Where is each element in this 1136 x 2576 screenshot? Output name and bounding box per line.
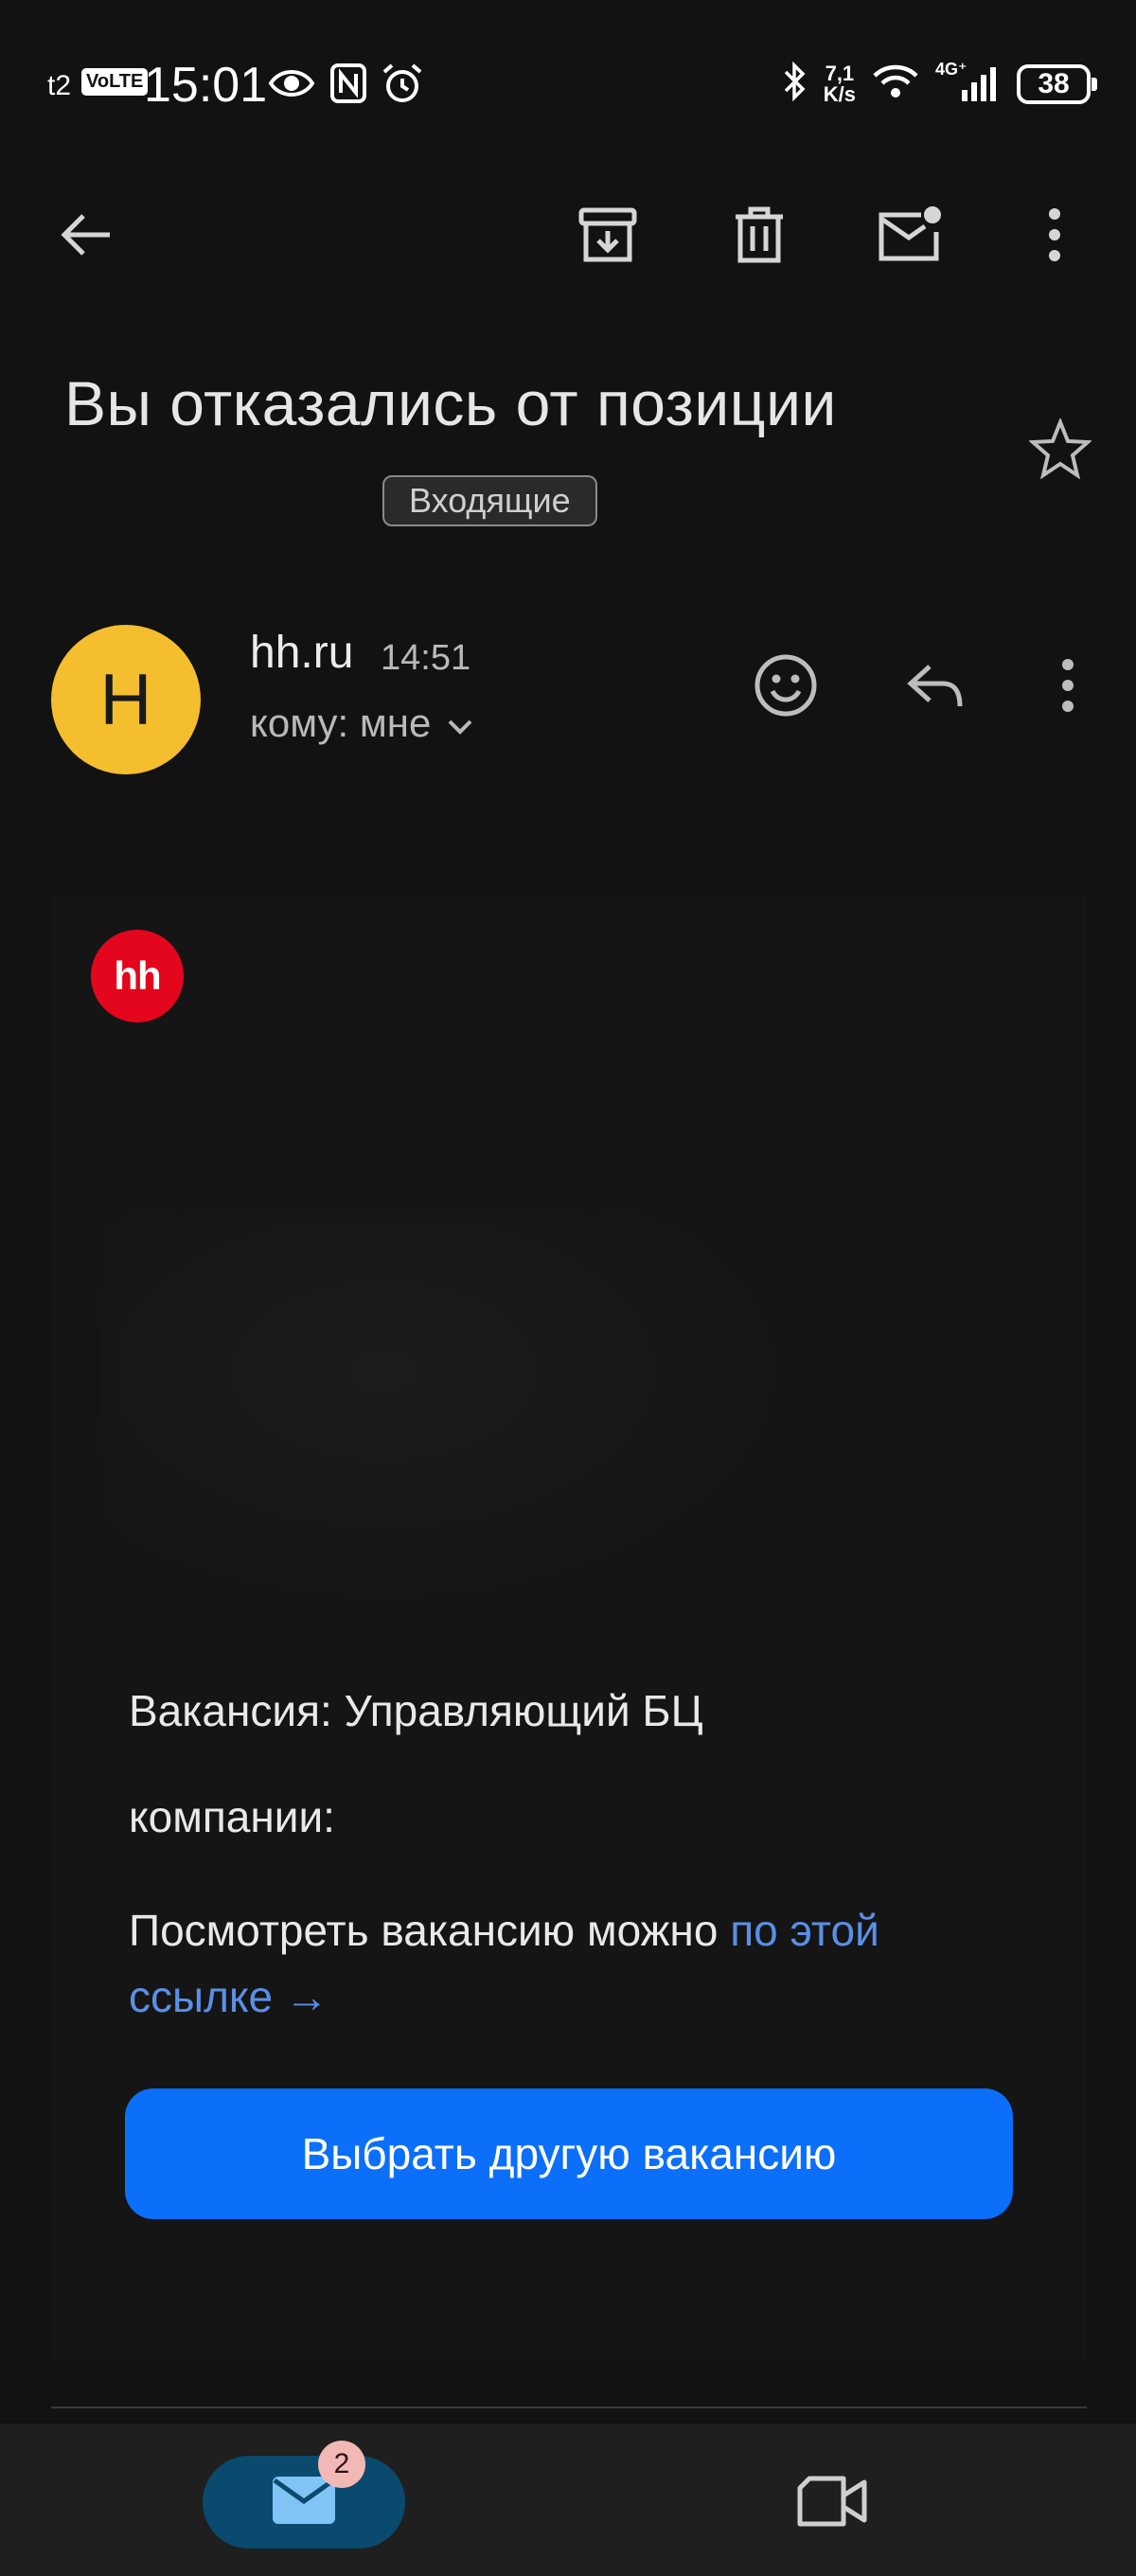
star-icon: [1027, 417, 1093, 484]
email-subject: Вы отказались от позиции: [64, 368, 837, 438]
reply-icon: [905, 661, 966, 715]
bluetooth-icon: [780, 61, 808, 107]
eye-icon: [267, 62, 316, 111]
status-icons-left: [267, 62, 424, 111]
recipient-label: кому: мне: [250, 701, 432, 745]
email-toolbar: [0, 189, 1136, 284]
archive-icon: [577, 206, 638, 268]
vacancy-link[interactable]: по этой: [730, 1906, 879, 1955]
star-button[interactable]: [1022, 413, 1098, 489]
recipient-details-toggle[interactable]: кому: мне: [250, 701, 474, 746]
clock: 15:01: [144, 58, 268, 113]
cell-signal-icon: 4G⁺: [935, 60, 1002, 105]
blurred-content: [104, 1212, 805, 1609]
email-time: 14:51: [381, 638, 471, 678]
hh-logo: hh: [91, 930, 184, 1022]
more-vert-icon: [1060, 657, 1075, 719]
sender-name: hh.ru: [250, 628, 354, 678]
wifi-icon: [871, 62, 920, 105]
nav-mail-tab[interactable]: [203, 2456, 405, 2549]
view-vacancy-text: Посмотреть вакансию можно по этой ссылке…: [129, 1906, 879, 2021]
sender-avatar[interactable]: H: [51, 625, 201, 774]
status-bar: t2 VoLTE 15:01 7,1 K/s 4G⁺ 38: [0, 49, 1136, 125]
add-reaction-button[interactable]: [746, 648, 825, 727]
vacancy-line: Вакансия: Управляющий БЦ: [129, 1686, 703, 1735]
inbox-label-chip[interactable]: Входящие: [382, 475, 597, 526]
emoji-icon: [754, 653, 818, 722]
alarm-icon: [381, 62, 424, 111]
arrow-back-icon: [57, 211, 114, 263]
vacancy-link-continued[interactable]: ссылке →: [129, 1972, 328, 2021]
reply-button[interactable]: [896, 648, 975, 727]
back-button[interactable]: [47, 199, 123, 275]
carrier-label: t2: [47, 70, 72, 101]
mark-unread-button[interactable]: [873, 199, 949, 275]
network-speed: 7,1 K/s: [823, 61, 856, 106]
status-icons-right: 7,1 K/s 4G⁺ 38: [780, 60, 1097, 107]
delete-button[interactable]: [721, 199, 797, 275]
battery-indicator: 38: [1017, 63, 1097, 104]
nfc-icon: [329, 62, 367, 111]
chevron-down-icon: [446, 701, 474, 746]
nav-meet-tab[interactable]: [790, 2465, 875, 2541]
unread-count-badge: 2: [318, 2441, 365, 2488]
archive-button[interactable]: [570, 199, 646, 275]
video-camera-icon: [796, 2475, 868, 2532]
bottom-navigation: 2: [0, 2424, 1136, 2576]
more-options-button[interactable]: [1017, 199, 1092, 275]
more-vert-icon: [1047, 206, 1062, 268]
divider: [51, 2407, 1087, 2408]
company-line: компании:: [129, 1792, 335, 1841]
volte-badge: VoLTE: [81, 68, 149, 96]
choose-another-vacancy-button[interactable]: Выбрать другую вакансию: [125, 2088, 1013, 2219]
email-view-screen: t2 VoLTE 15:01 7,1 K/s 4G⁺ 38 Вы отказал…: [0, 0, 1136, 2576]
mail-unread-icon: [878, 205, 944, 269]
trash-icon: [732, 205, 787, 269]
message-more-button[interactable]: [1028, 648, 1108, 727]
